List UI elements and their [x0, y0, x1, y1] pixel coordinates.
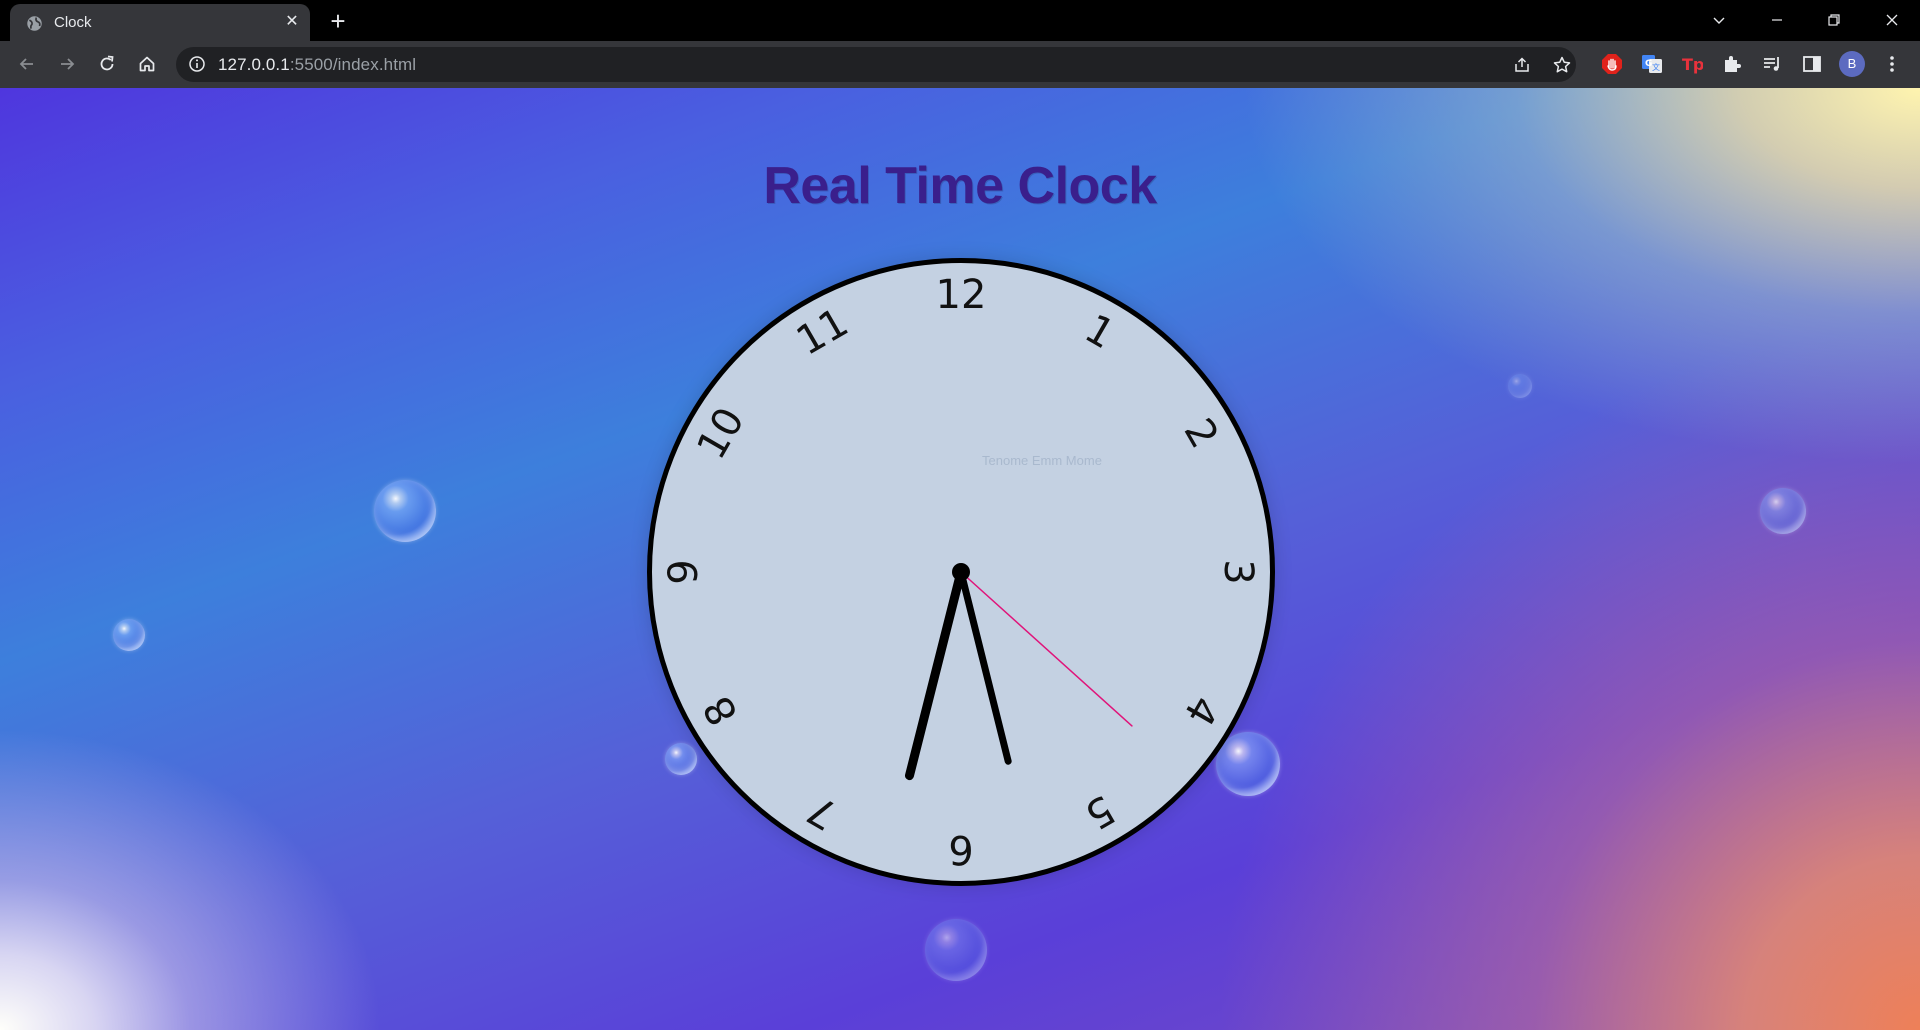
- clock-numeral-6: 6: [948, 826, 973, 872]
- clock-numeral-2: 2: [1175, 411, 1228, 456]
- clock-numeral-11: 11: [789, 299, 856, 364]
- new-tab-button[interactable]: +: [326, 8, 350, 34]
- clock-numeral-12: 12: [936, 272, 987, 318]
- share-icon[interactable]: [1511, 54, 1533, 76]
- translate-extension-icon[interactable]: G文: [1639, 51, 1665, 77]
- minimize-icon[interactable]: [1762, 6, 1792, 34]
- profile-avatar[interactable]: B: [1839, 51, 1865, 77]
- extensions-puzzle-icon[interactable]: [1719, 51, 1745, 77]
- clock-numeral-3: 3: [1215, 559, 1261, 584]
- home-icon[interactable]: [132, 49, 162, 79]
- bubble: [113, 619, 145, 651]
- url-text: 127.0.0.1:5500/index.html: [218, 55, 416, 75]
- info-icon[interactable]: [188, 55, 206, 73]
- page-content: Real Time Clock Tenome Emm Mome 12 1 2 3 4 5 6…: [0, 88, 1920, 1030]
- back-icon[interactable]: [12, 49, 42, 79]
- clock-second-hand: [960, 571, 1133, 727]
- menu-kebab-icon[interactable]: [1879, 51, 1905, 77]
- clock-minute-hand: [904, 567, 966, 781]
- browser-tab-bar: Clock ✕ +: [0, 0, 1920, 41]
- page-title: Real Time Clock: [763, 157, 1157, 215]
- reload-icon[interactable]: [92, 49, 122, 79]
- clock-numeral-8: 8: [695, 688, 748, 733]
- clock-numeral-10: 10: [688, 400, 753, 467]
- clock-numeral-4: 4: [1175, 688, 1228, 733]
- bubble: [925, 919, 987, 981]
- tab-close-icon[interactable]: ✕: [282, 12, 302, 32]
- analog-clock: Tenome Emm Mome 12 1 2 3 4 5 6 7 8 9 10 11: [647, 258, 1275, 886]
- clock-numeral-5: 5: [1077, 786, 1122, 839]
- address-bar[interactable]: 127.0.0.1:5500/index.html: [176, 47, 1576, 82]
- tab-title: Clock: [54, 14, 92, 31]
- bookmark-star-icon[interactable]: [1551, 54, 1573, 76]
- close-window-icon[interactable]: [1877, 6, 1907, 34]
- browser-toolbar: 127.0.0.1:5500/index.html G文 Tp B: [0, 41, 1920, 88]
- bubble: [1760, 488, 1806, 534]
- clock-face: 121234567891011: [661, 272, 1261, 872]
- bubble: [374, 480, 436, 542]
- profile-initial: B: [1839, 51, 1865, 77]
- forward-icon[interactable]: [52, 49, 82, 79]
- url-path: :5500/index.html: [289, 55, 417, 74]
- url-host: 127.0.0.1: [218, 55, 290, 74]
- svg-text:文: 文: [1652, 62, 1660, 72]
- browser-tab[interactable]: Clock ✕: [10, 4, 310, 41]
- clock-numeral-1: 1: [1077, 306, 1122, 359]
- clock-numeral-7: 7: [800, 786, 845, 839]
- media-queue-icon[interactable]: [1759, 51, 1785, 77]
- clock-hour-hand: [957, 568, 1012, 765]
- tp-extension-icon[interactable]: Tp: [1679, 51, 1705, 77]
- tab-search-icon[interactable]: [1704, 6, 1734, 34]
- clock-numeral-9: 9: [661, 559, 707, 584]
- bubble: [1508, 374, 1532, 398]
- adblock-extension-icon[interactable]: [1599, 51, 1625, 77]
- globe-icon: [27, 16, 42, 31]
- svg-text:Tp: Tp: [1682, 55, 1703, 74]
- clock-center-pin: [952, 563, 970, 581]
- side-panel-icon[interactable]: [1799, 51, 1825, 77]
- restore-icon[interactable]: [1819, 6, 1849, 34]
